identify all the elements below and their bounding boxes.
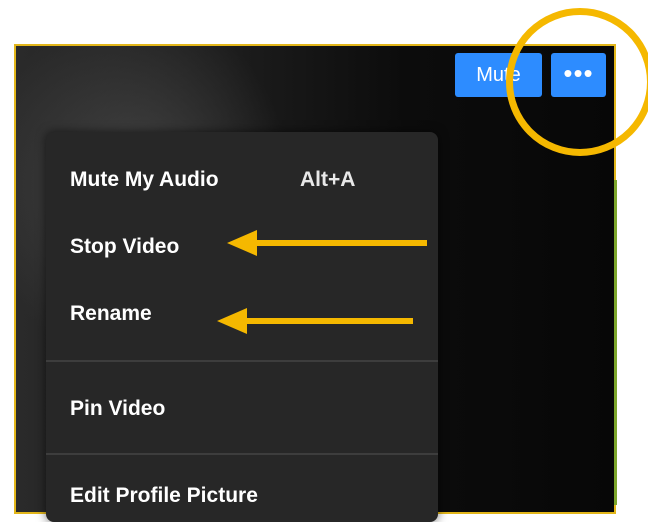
menu-divider [46, 360, 438, 362]
menu-item-pin-video[interactable]: Pin Video [70, 397, 165, 421]
menu-item-edit-profile-picture[interactable]: Edit Profile Picture [70, 484, 258, 508]
highlight-circle-annotation [506, 8, 648, 156]
arrow-annotation-rename [245, 318, 413, 324]
arrow-annotation-stop-video [255, 240, 427, 246]
menu-item-stop-video[interactable]: Stop Video [70, 235, 179, 259]
menu-item-mute-my-audio[interactable]: Mute My Audio [70, 168, 219, 192]
mute-audio-shortcut: Alt+A [300, 168, 356, 191]
arrow-head-icon [217, 308, 247, 334]
menu-divider [46, 453, 438, 455]
tile-edge-highlight [614, 180, 617, 505]
arrow-head-icon [227, 230, 257, 256]
menu-item-rename[interactable]: Rename [70, 302, 152, 326]
